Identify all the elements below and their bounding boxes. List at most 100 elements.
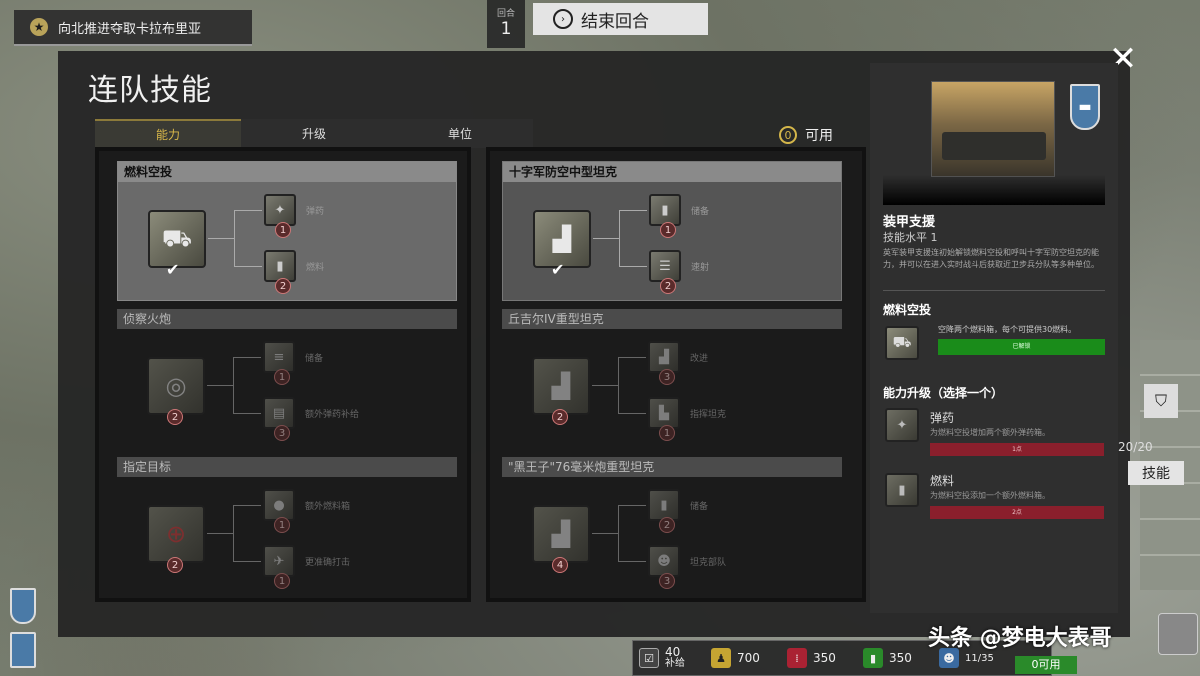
available-label: 可用: [805, 128, 833, 144]
upgrade-command-tank-icon[interactable]: ▙ 1: [648, 397, 680, 441]
detail-panel: ▬ 装甲支援 技能水平 1 英军装甲支援连初始解锁燃料空投和呼叫十字军防空坦克的…: [870, 63, 1118, 613]
tree-line: [592, 533, 618, 534]
cost-badge: 1: [659, 425, 675, 441]
upgrade-tank-icon[interactable]: ▟ 3: [648, 341, 680, 385]
unit-count: 20/20: [1118, 440, 1153, 454]
upgrade-description: 为燃料空投添加一个额外燃料箱。: [930, 491, 1050, 500]
abilities-panel-left: 燃料空投 ⛟ ✔ ✦ 1 弹药 ▮ 2 燃料 侦察火炮 ◎ 2 ≡ 1 储备 ▤ 3 额…: [95, 147, 471, 602]
cost-badge: 1: [274, 573, 290, 589]
abilities-panel-right: 十字军防空中型坦克 ▟ ✔ ▮ 1 储备 ☰ 2 速射 丘吉尔IV重型坦克 ▟ 2 …: [486, 147, 866, 602]
tree-line: [234, 210, 262, 211]
unlocked-status-bar: 已解锁: [938, 339, 1105, 355]
black-prince-tank-icon[interactable]: ▟: [532, 505, 590, 563]
company-shield-icon: ▬: [1070, 84, 1100, 130]
ability-description: 空降两个燃料箱，每个可提供30燃料。: [938, 325, 1077, 334]
fuel-airdrop-icon: ⛟: [885, 326, 919, 360]
company-badge-icon[interactable]: [10, 632, 36, 668]
recon-artillery-icon[interactable]: ◎: [147, 357, 205, 415]
upgrade-rapid-fire-icon[interactable]: ☰ 2: [649, 250, 681, 294]
upgrade-label: 燃料: [306, 263, 325, 273]
tree-line: [234, 210, 235, 266]
skill-card-designate-target[interactable]: 指定目标 ⊕ 2 ● 1 额外燃料箱 ✈ 1 更准确打击: [117, 457, 457, 597]
upgrade-cost-button[interactable]: 1点: [930, 443, 1104, 456]
target-icon[interactable]: ⊕: [147, 505, 205, 563]
skill-card-title: 十字军防空中型坦克: [503, 162, 841, 182]
skill-card-aa-tank[interactable]: 十字军防空中型坦克 ▟ ✔ ▮ 1 储备 ☰ 2 速射: [502, 161, 842, 301]
upgrade-label: 弹药: [306, 207, 325, 217]
cost-badge: 3: [659, 573, 675, 589]
skill-card-title: "黑王子"76毫米炮重型坦克: [502, 457, 842, 477]
level-badge: 2: [167, 409, 183, 425]
upgrade-reserve-icon[interactable]: ▮ 1: [649, 194, 681, 238]
end-turn-button[interactable]: › 结束回合: [533, 3, 708, 35]
skill-card-recon-artillery[interactable]: 侦察火炮 ◎ 2 ≡ 1 储备 ▤ 3 额外弹药补给: [117, 309, 457, 449]
unlocked-check-icon: ✔: [166, 260, 180, 279]
company-name: 装甲支援: [883, 215, 936, 230]
chevron-right-icon: ›: [553, 9, 573, 29]
skill-card-black-prince[interactable]: "黑王子"76毫米炮重型坦克 ▟ 4 ▮ 2 储备 ☻ 3 坦克部队: [502, 457, 842, 597]
tree-line: [233, 357, 261, 358]
upgrade-ammo-icon[interactable]: ✦ 1: [264, 194, 296, 238]
available-badge: 0可用: [1015, 656, 1077, 674]
cost-badge: 3: [274, 425, 290, 441]
tree-line: [618, 505, 619, 561]
upgrade-strike-icon[interactable]: ✈ 1: [263, 545, 295, 589]
cost-badge: 3: [659, 369, 675, 385]
company-level: 技能水平 1: [883, 231, 938, 244]
point-coin-icon: 0: [779, 126, 797, 144]
skill-card-fuel-airdrop[interactable]: 燃料空投 ⛟ ✔ ✦ 1 弹药 ▮ 2 燃料: [117, 161, 457, 301]
fuel-value: 350: [889, 651, 912, 665]
company-description: 英军装甲支援连初始解锁燃料空投和呼叫十字军防空坦克的能力，并可以在进入实时战斗后…: [883, 248, 1099, 269]
tree-line: [618, 561, 646, 562]
upgrade-label: 额外燃料箱: [305, 502, 351, 512]
manpower-value: 700: [737, 651, 760, 665]
upgrade-supply-icon[interactable]: ▤ 3: [263, 397, 295, 441]
skill-card-title: 丘吉尔IV重型坦克: [502, 309, 842, 329]
company-badge-icon[interactable]: [10, 588, 36, 624]
round-value: 1: [500, 19, 512, 39]
tree-line: [207, 385, 233, 386]
tree-line: [618, 413, 646, 414]
upgrade-section-title: 能力升级（选择一个）: [883, 386, 1004, 400]
cost-badge: 1: [660, 222, 676, 238]
tab-units[interactable]: 单位: [387, 119, 533, 148]
tab-upgrades[interactable]: 升级: [241, 119, 387, 148]
munitions-icon: ⁞: [787, 648, 807, 668]
upgrade-label: 额外弹药补给: [305, 410, 360, 420]
fuel-upgrade-icon[interactable]: ▮: [885, 473, 919, 507]
ability-title: 燃料空投: [883, 303, 932, 317]
churchill-tank-icon[interactable]: ▟: [532, 357, 590, 415]
supply-value: 40: [665, 645, 681, 659]
skills-button[interactable]: 技能: [1128, 461, 1184, 485]
skill-card-title: 侦察火炮: [117, 309, 457, 329]
shield-button[interactable]: ⛉: [1144, 384, 1178, 418]
cost-badge: 2: [659, 517, 675, 533]
upgrade-mine-icon[interactable]: ● 1: [263, 489, 295, 533]
upgrade-label: 更准确打击: [305, 558, 351, 568]
upgrade-fuel-icon[interactable]: ▮ 2: [264, 250, 296, 294]
tree-line: [592, 385, 618, 386]
upgrade-label: 速射: [691, 263, 710, 273]
upgrade-tank-crew-icon[interactable]: ☻ 3: [648, 545, 680, 589]
objective-banner[interactable]: ★ 向北推进夺取卡拉布里亚: [14, 10, 252, 46]
upgrade-name: 弹药: [930, 411, 955, 425]
upgrade-reserve-icon[interactable]: ▮ 2: [648, 489, 680, 533]
unlocked-check-icon: ✔: [551, 260, 565, 279]
upgrade-label: 坦克部队: [690, 558, 727, 568]
upgrade-label: 储备: [691, 207, 710, 217]
ammo-upgrade-icon[interactable]: ✦: [885, 408, 919, 442]
photo-fade: [883, 175, 1105, 205]
available-points: 0 可用: [779, 125, 833, 145]
skills-tabs: 能力 升级 单位: [95, 119, 533, 148]
supply-counter: 40 补给: [665, 646, 705, 670]
upgrade-cost-button[interactable]: 2点: [930, 506, 1104, 519]
skill-card-title: 指定目标: [117, 457, 457, 477]
tree-line: [619, 210, 647, 211]
supply-label: 补给: [665, 658, 685, 669]
watermark: 头条 @梦电大表哥: [928, 626, 1112, 651]
cost-badge: 1: [274, 369, 290, 385]
upgrade-description: 为燃料空投增加两个额外弹药箱。: [930, 428, 1050, 437]
tab-abilities[interactable]: 能力: [95, 119, 241, 148]
skill-card-churchill-tank[interactable]: 丘吉尔IV重型坦克 ▟ 2 ▟ 3 改进 ▙ 1 指挥坦克: [502, 309, 842, 449]
upgrade-reserve-icon[interactable]: ≡ 1: [263, 341, 295, 385]
